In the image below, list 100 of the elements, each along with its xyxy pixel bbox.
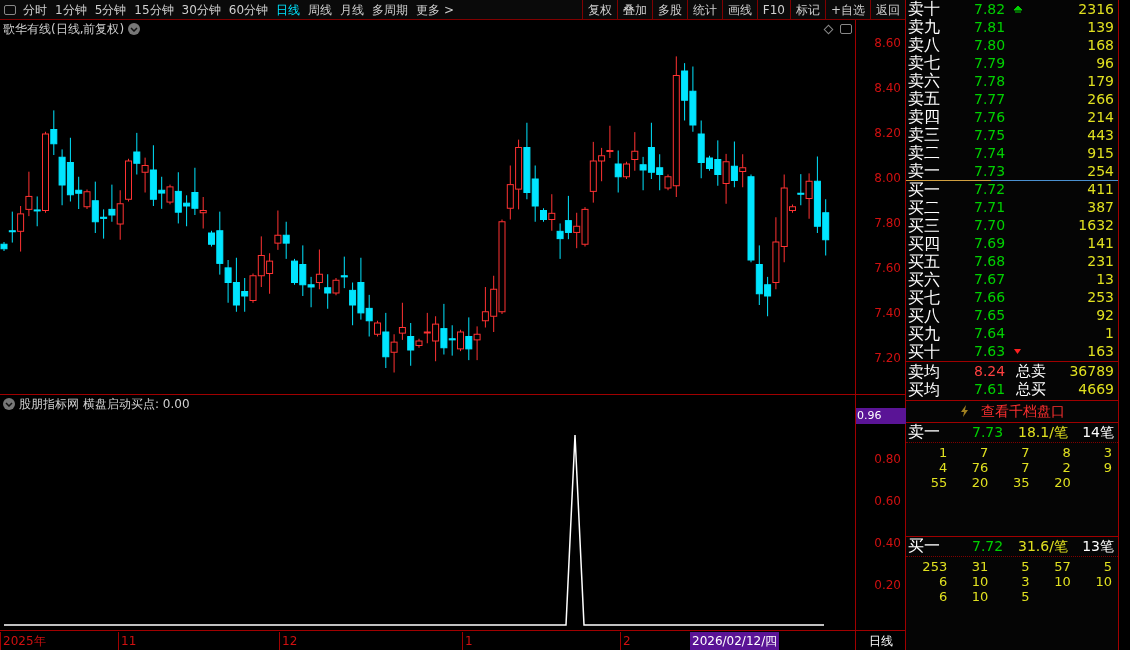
queue-price: 7.73 [972, 422, 1005, 442]
axis-label: 0.20 [874, 577, 901, 594]
queue-label: 买一 [908, 538, 941, 554]
price-text: 7.69 [974, 234, 1007, 254]
order-size-text: 55 [929, 474, 948, 490]
toolbar-button[interactable]: F10 [756, 0, 790, 20]
axis-label: 0.60 [874, 493, 901, 510]
order-size-text: 4 [937, 459, 948, 475]
axis-label: 8.60 [874, 34, 901, 52]
axis-label: 7.80 [874, 214, 901, 232]
panel-toggle-icon[interactable] [840, 24, 852, 34]
price-text: 7.80 [974, 35, 1007, 55]
level-label: 卖二 [908, 145, 941, 161]
axis-label: 0.80 [874, 451, 901, 468]
order-count: 13笔 [1081, 536, 1114, 556]
indicator-name: 股朋指标网 [19, 396, 79, 413]
level-label: 卖十 [908, 1, 941, 17]
order-size-text: 7 [1020, 444, 1030, 460]
order-size-text: 31 [970, 558, 989, 574]
axis-label: 7.60 [874, 259, 901, 277]
axis-label: 7.20 [874, 349, 901, 367]
chart-title: 歌华有线(日线,前复权) [2, 21, 125, 38]
level-label: 卖七 [908, 55, 941, 71]
order-size-text: 1 [937, 444, 948, 460]
panel-toggle-icon[interactable] [4, 4, 16, 15]
toolbar-button[interactable]: 复权 [581, 0, 617, 20]
order-size-text: 10 [970, 588, 989, 604]
volume-text: 96 [1095, 53, 1114, 73]
volume-text: 254 [1086, 161, 1114, 181]
price-text: 7.81 [974, 17, 1007, 37]
level-label: 卖八 [908, 37, 941, 53]
average-price: 8.24 [974, 362, 1007, 382]
current-value-badge: 0.96 [856, 408, 906, 424]
dropdown-icon[interactable] [3, 398, 15, 410]
period-tab[interactable]: 30分钟 [178, 0, 224, 19]
period-tab[interactable]: 周线 [305, 0, 336, 19]
period-tab[interactable]: 5分钟 [91, 0, 130, 19]
toolbar-button[interactable]: 叠加 [616, 0, 652, 20]
level-label: 卖五 [908, 91, 941, 107]
date-label: 2025年 [0, 631, 46, 650]
order-size-text: 253 [921, 558, 948, 574]
price-text: 7.67 [974, 270, 1007, 290]
level-label: 卖一 [908, 163, 941, 179]
order-size-text: 3 [1020, 573, 1030, 589]
price-text: 7.66 [974, 288, 1007, 308]
price-text: 7.76 [974, 107, 1007, 127]
volume-text: 92 [1095, 306, 1114, 326]
indicator-formula: 横盘启动买点: 0.00 [83, 396, 190, 413]
period-tab[interactable]: 15分钟 [131, 0, 177, 19]
level-label: 买二 [908, 199, 941, 216]
period-tab[interactable]: 分时 [20, 0, 50, 19]
level-label: 卖四 [908, 109, 941, 125]
axis-label: 8.40 [874, 79, 901, 97]
queue-price: 7.72 [972, 536, 1005, 556]
toolbar-button[interactable]: +自选 [824, 0, 870, 20]
volume-text: 411 [1086, 180, 1114, 200]
price-text: 7.82 [974, 0, 1007, 19]
level-label: 买八 [908, 307, 941, 324]
period-tab[interactable]: 1分钟 [52, 0, 90, 19]
order-size-text: 9 [1102, 459, 1112, 475]
order-size-text: 10 [970, 573, 989, 589]
toolbar-button[interactable]: 多股 [651, 0, 687, 20]
toolbar-button[interactable]: 标记 [789, 0, 825, 20]
volume-text: 253 [1086, 288, 1114, 308]
axis-label: 8.00 [874, 169, 901, 187]
volume-text: 168 [1086, 35, 1114, 55]
period-tab[interactable]: 日线 [273, 0, 304, 19]
toolbar-button[interactable]: 统计 [686, 0, 722, 20]
order-size-text: 6 [937, 573, 948, 589]
level-label: 买十 [908, 343, 941, 360]
cursor-date-badge: 2026/02/12/四 [690, 631, 780, 650]
total-volume: 4669 [1077, 380, 1114, 400]
axis-label: 0.40 [874, 535, 901, 552]
price-text: 7.77 [974, 89, 1007, 109]
dropdown-icon[interactable] [128, 23, 141, 35]
price-text: 7.73 [974, 161, 1007, 181]
date-label: 11 [118, 631, 137, 650]
toolbar-button[interactable]: 画线 [721, 0, 757, 20]
level-label: 买七 [908, 289, 941, 306]
level-label: 买九 [908, 325, 941, 342]
level-label: 买六 [908, 271, 941, 288]
order-size-text: 3 [1102, 444, 1112, 460]
period-tab[interactable]: 多周期 [369, 0, 412, 19]
order-size-text: 57 [1053, 558, 1071, 574]
average-label: 买均 [908, 381, 941, 398]
period-tab[interactable]: 60分钟 [225, 0, 272, 19]
period-tab[interactable]: 月线 [337, 0, 368, 19]
depth-link[interactable]: 查看千档盘口 [980, 400, 1065, 422]
order-count: 14笔 [1081, 422, 1114, 442]
average-label: 卖均 [908, 363, 941, 380]
date-label: 12 [279, 631, 298, 650]
order-size-text: 10 [1094, 573, 1112, 589]
order-size-text: 8 [1061, 444, 1071, 460]
price-text: 7.75 [974, 125, 1007, 145]
order-size-text: 10 [1053, 573, 1071, 589]
more-button[interactable]: 更多 > [413, 0, 457, 19]
order-size-text: 7 [1020, 459, 1030, 475]
order-size-text: 6 [937, 588, 948, 604]
queue-label: 卖一 [908, 424, 941, 441]
price-text: 7.71 [974, 198, 1007, 218]
